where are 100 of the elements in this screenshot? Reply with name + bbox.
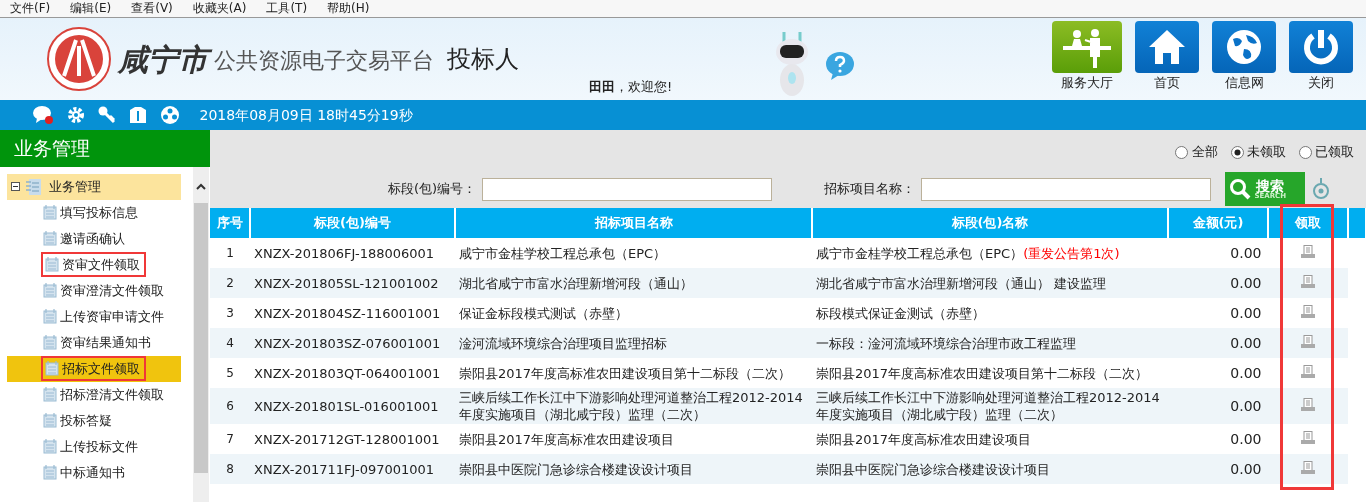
document-icon[interactable] xyxy=(1301,304,1315,318)
tree-item-row[interactable]: 填写投标信息 xyxy=(6,199,181,226)
table-cell: 崇阳县2017年度高标准农田建设项目 xyxy=(455,424,812,454)
column-header: 标段(包)编号 xyxy=(250,208,455,238)
table-cell: 0.00 xyxy=(1168,238,1268,268)
input-field[interactable] xyxy=(482,177,773,201)
tree-item[interactable]: 上传资审申请文件 xyxy=(59,306,164,327)
document-icon xyxy=(42,283,57,298)
nav-link[interactable]: 服务大厅 xyxy=(1061,73,1113,93)
key-icon[interactable] xyxy=(98,106,116,124)
tree-item[interactable]: 中标通知书 xyxy=(59,462,125,483)
tree-item[interactable]: 资审文件领取 xyxy=(61,254,140,275)
radio-button[interactable] xyxy=(1230,145,1244,159)
table-cell: 保证金标段模式测试（赤壁） xyxy=(455,298,812,328)
settings-icon[interactable] xyxy=(67,106,85,124)
tree-item[interactable]: 投标答疑 xyxy=(59,410,112,431)
document-icon[interactable] xyxy=(1301,364,1315,378)
radio-label[interactable]: 全部 xyxy=(1191,142,1218,162)
table-cell: XNZX-201805SL-121001002 xyxy=(250,268,455,298)
tree-item-row[interactable]: 资审结果通知书 xyxy=(6,329,181,356)
tree-item-row[interactable]: 中标通知书 xyxy=(6,459,181,486)
tree-item[interactable]: 填写投标信息 xyxy=(59,202,138,223)
panel-title: 业务管理 xyxy=(0,130,210,167)
table-cell: 0.00 xyxy=(1168,268,1268,298)
globe-icon[interactable] xyxy=(1212,21,1276,74)
input-field[interactable] xyxy=(921,177,1212,201)
date-time: 2018年08月09日 18时45分19秒 xyxy=(199,105,413,125)
tree-item[interactable]: 邀请函确认 xyxy=(59,228,125,249)
nav-link[interactable]: 信息网 xyxy=(1224,73,1264,93)
document-icon[interactable] xyxy=(1301,430,1315,444)
tree-item-row[interactable]: 上传资审申请文件 xyxy=(6,303,181,330)
table-cell: 淦河流域环境综合治理项目监理招标 xyxy=(455,328,812,358)
table-cell: XNZX-201801SL-016001001 xyxy=(250,388,455,424)
network-icon[interactable] xyxy=(160,105,180,125)
document-icon[interactable] xyxy=(1301,244,1315,258)
table-cell: 0.00 xyxy=(1168,358,1268,388)
menu-item[interactable]: 编辑(E) xyxy=(70,0,112,17)
table-cell: 2 xyxy=(210,268,250,298)
table-cell: XNZX-201803QT-064001001 xyxy=(250,358,455,388)
tree-item[interactable]: 资审结果通知书 xyxy=(59,332,151,353)
collapse-icon[interactable] xyxy=(10,182,20,191)
radio-button[interactable] xyxy=(1298,145,1312,159)
menu-item[interactable]: 工具(T) xyxy=(266,0,308,17)
tree-item[interactable]: 招标澄清文件领取 xyxy=(59,384,164,405)
document-icon xyxy=(42,335,57,350)
field-label: 标段(包)编号： xyxy=(388,180,477,199)
nav-link[interactable]: 关闭 xyxy=(1308,73,1334,93)
tree-item[interactable]: 资审澄清文件领取 xyxy=(59,280,164,301)
welcome-text: 田田，欢迎您! xyxy=(589,78,673,97)
table-cell: 4 xyxy=(210,328,250,358)
radio-label[interactable]: 未领取 xyxy=(1246,142,1286,162)
scrollbar-thumb[interactable] xyxy=(194,203,208,473)
column-header: 招标项目名称 xyxy=(455,208,812,238)
nav-link[interactable]: 首页 xyxy=(1154,73,1180,93)
column-header: 金额(元) xyxy=(1168,208,1268,238)
menu-item[interactable]: 帮助(H) xyxy=(327,0,370,17)
chat-icon[interactable] xyxy=(32,105,54,125)
list-icon xyxy=(26,177,42,196)
document-icon[interactable] xyxy=(1301,334,1315,348)
tree-item-row[interactable]: 邀请函确认 xyxy=(6,225,181,252)
table-cell: 8 xyxy=(210,454,250,484)
service-hall-icon[interactable] xyxy=(1052,21,1122,74)
document-icon[interactable] xyxy=(1301,460,1315,474)
table-cell: 7 xyxy=(210,424,250,454)
site-subtitle: 公共资源电子交易平台 xyxy=(214,47,434,76)
document-icon xyxy=(42,387,57,402)
field-label: 招标项目名称： xyxy=(824,180,916,199)
document-icon[interactable] xyxy=(1301,274,1315,288)
menu-item[interactable]: 收藏夹(A) xyxy=(192,0,247,17)
document-icon xyxy=(44,361,59,376)
menu-item[interactable]: 查看(V) xyxy=(131,0,173,17)
document-icon xyxy=(42,205,57,220)
document-icon xyxy=(42,465,57,480)
document-icon[interactable] xyxy=(1301,397,1315,411)
table-cell: 一标段：淦河流域环境综合治理市政工程监理 xyxy=(816,335,1076,351)
tree-item-row[interactable]: 资审澄清文件领取 xyxy=(6,277,181,304)
tree-item-row[interactable]: 招标澄清文件领取 xyxy=(6,381,181,408)
tree-item[interactable]: 上传投标文件 xyxy=(59,436,138,457)
table-cell: 咸宁市金桂学校工程总承包（EPC） xyxy=(455,238,812,268)
radio-label[interactable]: 已领取 xyxy=(1315,142,1354,162)
tree-item-row[interactable]: 上传投标文件 xyxy=(6,433,181,460)
column-header: 标段(包)名称 xyxy=(812,208,1168,238)
target-icon[interactable] xyxy=(1311,178,1330,200)
table-cell: XNZX-201804SZ-116001001 xyxy=(250,298,455,328)
tree-item-row[interactable]: 资审文件领取 xyxy=(6,251,181,278)
tree-item-row[interactable]: 投标答疑 xyxy=(6,407,181,434)
shirt-icon[interactable] xyxy=(129,106,147,124)
table-cell: 崇阳县中医院门急诊综合楼建设设计项目 xyxy=(816,461,1050,477)
table-cell: 标段模式保证金测试（赤壁） xyxy=(816,305,985,321)
document-icon xyxy=(42,309,57,324)
tree-item[interactable]: 招标文件领取 xyxy=(61,358,140,379)
radio-button[interactable] xyxy=(1175,145,1189,159)
menu-item[interactable]: 文件(F) xyxy=(10,0,51,17)
help-icon[interactable] xyxy=(825,50,856,81)
home-icon[interactable] xyxy=(1135,21,1199,74)
tree-item-row[interactable]: 招标文件领取 xyxy=(6,355,181,382)
power-icon[interactable] xyxy=(1289,21,1353,74)
document-icon xyxy=(44,257,59,272)
table-cell: 0.00 xyxy=(1168,424,1268,454)
table-cell: XNZX-201712GT-128001001 xyxy=(250,424,455,454)
